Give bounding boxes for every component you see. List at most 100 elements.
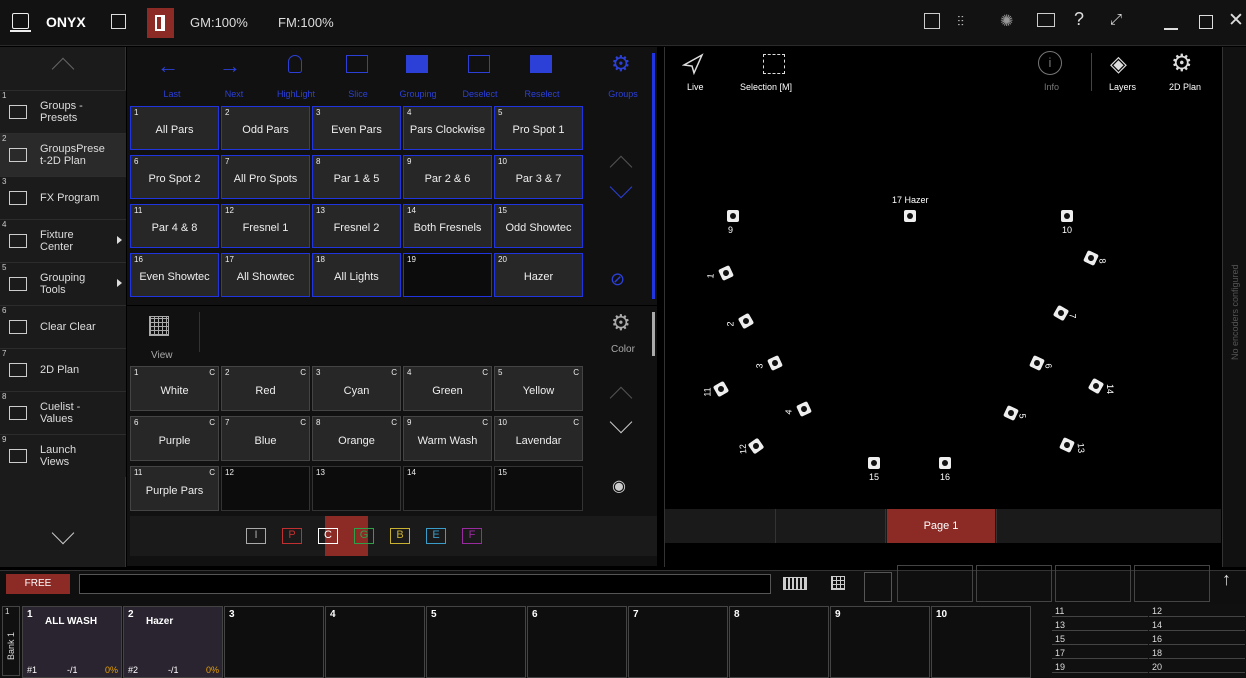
playback-18[interactable]: 18	[1149, 648, 1245, 659]
nav-item-2[interactable]: 2 GroupsPrese t-2D Plan	[0, 133, 126, 176]
color-cell[interactable]: 9 C Warm Wash	[403, 416, 492, 461]
group-cell[interactable]: 18 All Lights	[312, 253, 401, 297]
playback-9[interactable]: 9	[830, 606, 930, 678]
groups-settings[interactable]: ⚙ Groups	[593, 47, 653, 105]
free-button[interactable]: FREE	[6, 574, 70, 594]
scroll-up-icon[interactable]	[51, 57, 75, 81]
group-cell[interactable]: 15 Odd Showtec	[494, 204, 583, 248]
group-cell[interactable]: 7 All Pro Spots	[221, 155, 310, 199]
group-cell[interactable]: 20 Hazer	[494, 253, 583, 297]
scrollbar[interactable]	[652, 312, 655, 356]
color-cell[interactable]: 3 C Cyan	[312, 366, 401, 411]
fixture-icon[interactable]	[718, 265, 734, 281]
tool-deselect[interactable]: Deselect	[451, 47, 509, 105]
live-button[interactable]: Live	[665, 47, 729, 99]
color-cell[interactable]: 1 C White	[130, 366, 219, 411]
fixture-icon[interactable]	[939, 457, 951, 469]
nav-item-6[interactable]: 6 Clear Clear	[0, 305, 126, 348]
color-cell[interactable]: 6 C Purple	[130, 416, 219, 461]
fixture-icon[interactable]	[1087, 377, 1105, 395]
color-cell[interactable]: 2 C Red	[221, 366, 310, 411]
group-cell[interactable]: 2 Odd Pars	[221, 106, 310, 150]
nav-item-3[interactable]: 3 FX Program	[0, 176, 126, 219]
chevron-up-icon[interactable]	[609, 386, 633, 410]
tool-reselect[interactable]: Reselect	[513, 47, 571, 105]
chat-icon[interactable]	[1037, 13, 1055, 27]
scroll-down-icon[interactable]	[51, 521, 75, 545]
playback-5[interactable]: 5	[426, 606, 526, 678]
fixture-icon[interactable]	[868, 457, 880, 469]
close-icon[interactable]: ✕	[1228, 9, 1244, 32]
playback-8[interactable]: 8	[729, 606, 829, 678]
color-cell[interactable]: 14	[403, 466, 492, 511]
expand-icon[interactable]: ⤢	[1110, 11, 1122, 28]
color-cell[interactable]: 12	[221, 466, 310, 511]
group-cell[interactable]: 8 Par 1 & 5	[312, 155, 401, 199]
playback-14[interactable]: 14	[1149, 620, 1245, 631]
group-cell[interactable]: 16 Even Showtec	[130, 253, 219, 297]
fixture-icon[interactable]	[904, 210, 916, 222]
keypad-icon[interactable]	[831, 576, 845, 590]
group-cell[interactable]: 14 Both Fresnels	[403, 204, 492, 248]
tool-next[interactable]: → Next	[205, 47, 263, 105]
playback-15[interactable]: 15	[1052, 634, 1148, 645]
page-1-button[interactable]: Page 1	[887, 509, 995, 543]
mixer-icon[interactable]: ⫶⫶	[957, 13, 975, 29]
color-cell[interactable]: 7 C Blue	[221, 416, 310, 461]
filter-c-button[interactable]: C	[318, 528, 338, 544]
tool-last[interactable]: ← Last	[143, 47, 201, 105]
maximize-icon[interactable]	[1199, 15, 1213, 29]
loading-icon[interactable]: ✺	[1000, 11, 1013, 31]
toggle-box[interactable]	[864, 572, 892, 602]
filter-i-button[interactable]: I	[246, 528, 266, 544]
view-button[interactable]: View	[145, 314, 195, 362]
group-cell[interactable]: 10 Par 3 & 7	[494, 155, 583, 199]
color-cell[interactable]: 8 C Orange	[312, 416, 401, 461]
keyboard-icon[interactable]	[783, 577, 807, 590]
bank-selector[interactable]: 1 Bank 1	[2, 606, 20, 676]
playback-1[interactable]: 1 ALL WASH #1 -/1 0%	[22, 606, 122, 678]
playback-2[interactable]: 2 Hazer #2 -/1 0%	[123, 606, 223, 678]
playback-10[interactable]: 10	[931, 606, 1031, 678]
group-cell[interactable]: 9 Par 2 & 6	[403, 155, 492, 199]
fixture-icon[interactable]	[712, 380, 730, 398]
filter-f-button[interactable]: F	[462, 528, 482, 544]
arrow-up-icon[interactable]: ↑	[1222, 569, 1231, 590]
group-cell[interactable]: 1 All Pars	[130, 106, 219, 150]
color-cell[interactable]: 11 C Purple Pars	[130, 466, 219, 511]
color-cell[interactable]: 13	[312, 466, 401, 511]
eye-icon[interactable]: ◉	[612, 476, 626, 496]
plan2d-button[interactable]: ⚙ 2D Plan	[1161, 47, 1217, 99]
playback-3[interactable]: 3	[224, 606, 324, 678]
playback-11[interactable]: 11	[1052, 606, 1148, 617]
color-cell[interactable]: 10 C Lavendar	[494, 416, 583, 461]
playback-13[interactable]: 13	[1052, 620, 1148, 631]
group-cell[interactable]: 4 Pars Clockwise	[403, 106, 492, 150]
nav-item-1[interactable]: 1 Groups - Presets	[0, 90, 126, 133]
color-cell[interactable]: 5 C Yellow	[494, 366, 583, 411]
group-cell[interactable]: 12 Fresnel 1	[221, 204, 310, 248]
color-cell[interactable]: 4 C Green	[403, 366, 492, 411]
filter-p-button[interactable]: P	[282, 528, 302, 544]
eye-hidden-icon[interactable]: ⊘	[610, 269, 625, 290]
playback-16[interactable]: 16	[1149, 634, 1245, 645]
info-button[interactable]: i Info	[1035, 47, 1085, 99]
nav-item-4[interactable]: 4 Fixture Center	[0, 219, 126, 262]
group-cell[interactable]: 19	[403, 253, 492, 297]
playback-19[interactable]: 19	[1052, 662, 1148, 673]
layers-button[interactable]: ◈ Layers	[1105, 47, 1155, 99]
minimize-icon[interactable]	[1164, 28, 1178, 30]
playback-20[interactable]: 20	[1149, 662, 1245, 673]
group-cell[interactable]: 3 Even Pars	[312, 106, 401, 150]
nav-item-8[interactable]: 8 Cuelist - Values	[0, 391, 126, 434]
blackout-button[interactable]	[147, 8, 174, 38]
nav-item-7[interactable]: 7 2D Plan	[0, 348, 126, 391]
chevron-down-icon[interactable]	[609, 175, 633, 199]
cmd-slot[interactable]	[976, 565, 1052, 602]
color-settings[interactable]: ⚙ Color	[593, 308, 653, 364]
lock-icon[interactable]	[111, 14, 126, 29]
fixture-icon[interactable]	[727, 210, 739, 222]
fixture-icon[interactable]	[1059, 437, 1075, 453]
filter-b-button[interactable]: B	[390, 528, 410, 544]
group-cell[interactable]: 6 Pro Spot 2	[130, 155, 219, 199]
